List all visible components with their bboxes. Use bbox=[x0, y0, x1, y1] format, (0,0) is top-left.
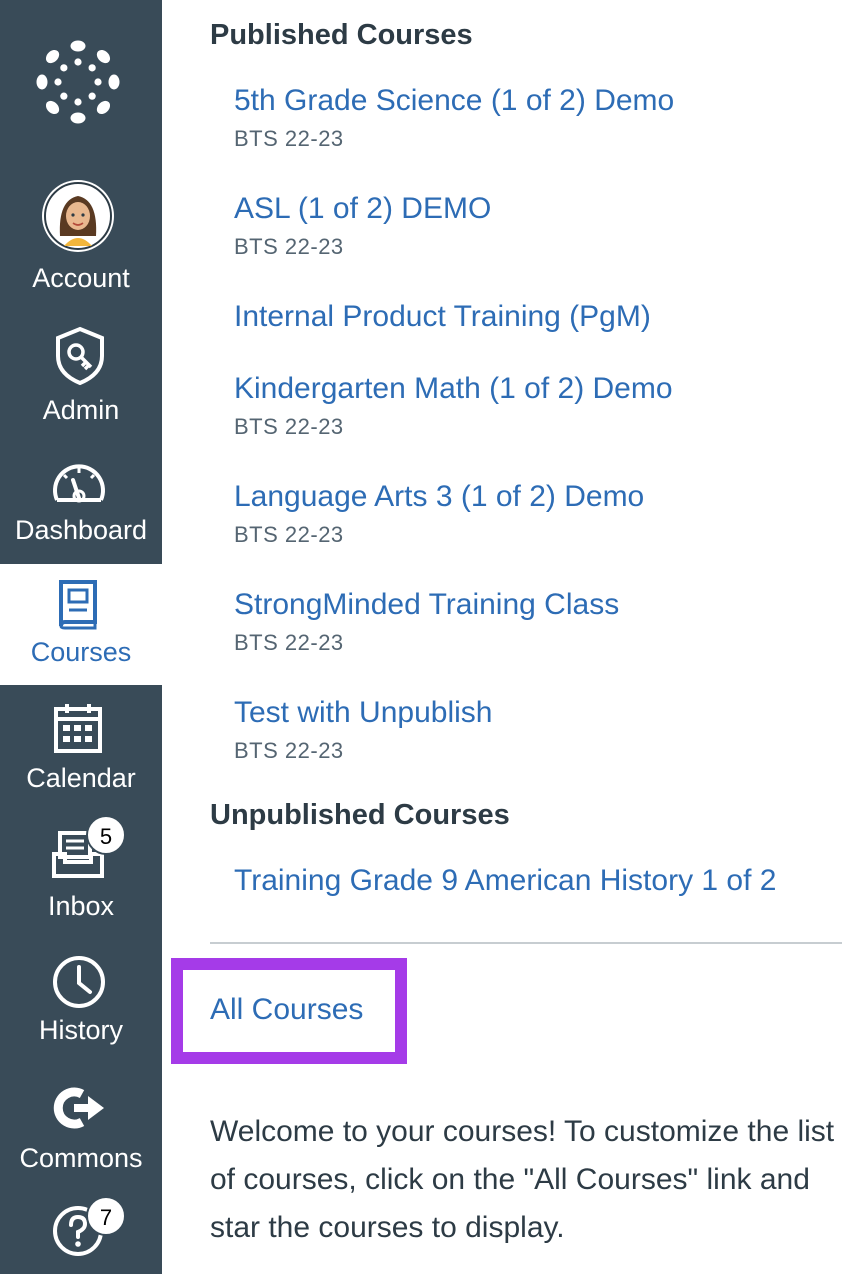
list-item: StrongMinded Training Class BTS 22-23 bbox=[234, 587, 619, 657]
nav-calendar-label: Calendar bbox=[26, 763, 136, 793]
course-link[interactable]: Kindergarten Math (1 of 2) Demo bbox=[234, 371, 673, 407]
list-item: Training Grade 9 American History 1 of 2 bbox=[234, 863, 776, 899]
unpublished-courses-heading: Unpublished Courses bbox=[210, 799, 510, 831]
logo-dot bbox=[94, 78, 102, 86]
list-item: ASL (1 of 2) DEMO BTS 22-23 bbox=[234, 191, 491, 261]
course-link[interactable]: ASL (1 of 2) DEMO bbox=[234, 191, 491, 227]
logo-dot bbox=[74, 98, 82, 106]
logo-segment bbox=[45, 100, 60, 115]
list-item: Test with Unpublish BTS 22-23 bbox=[234, 695, 492, 765]
nav-inbox-label: Inbox bbox=[47, 891, 115, 921]
course-link[interactable]: Language Arts 3 (1 of 2) Demo bbox=[234, 479, 644, 515]
published-courses-heading: Published Courses bbox=[210, 19, 473, 51]
inbox-badge: 5 bbox=[86, 815, 126, 855]
logo-dot bbox=[74, 58, 82, 66]
help-badge: 7 bbox=[86, 1196, 126, 1236]
list-item: 5th Grade Science (1 of 2) Demo BTS 22-2… bbox=[234, 83, 674, 153]
course-link[interactable]: Test with Unpublish bbox=[234, 695, 492, 731]
logo-segment bbox=[108, 74, 120, 90]
avatar bbox=[42, 180, 114, 252]
nav-account-label: Account bbox=[32, 263, 130, 293]
nav-commons-label: Commons bbox=[19, 1143, 143, 1173]
nav-help[interactable]: 7 bbox=[0, 1196, 162, 1274]
nav-history-label: History bbox=[38, 1015, 123, 1045]
nav-courses-label: Courses bbox=[30, 637, 132, 667]
course-term: BTS 22-23 bbox=[234, 126, 344, 151]
logo-segment bbox=[96, 100, 111, 115]
logo-segment bbox=[36, 74, 48, 90]
canvas-logo-icon bbox=[36, 40, 120, 124]
list-item: Language Arts 3 (1 of 2) Demo BTS 22-23 bbox=[234, 479, 644, 549]
list-item: Internal Product Training (PgM) bbox=[234, 299, 651, 335]
logo-dot bbox=[54, 78, 62, 86]
nav-admin[interactable]: Admin bbox=[0, 318, 162, 436]
course-link[interactable]: Training Grade 9 American History 1 of 2 bbox=[234, 863, 776, 899]
logo-segment bbox=[45, 49, 60, 64]
global-nav: Account Admin Dashboard Courses Calendar… bbox=[0, 0, 162, 1274]
canvas-logo[interactable] bbox=[0, 0, 162, 160]
logo-dot bbox=[60, 92, 68, 100]
logo-dot bbox=[88, 64, 96, 72]
logo-segment bbox=[70, 40, 86, 52]
list-item: Kindergarten Math (1 of 2) Demo BTS 22-2… bbox=[234, 371, 673, 441]
calendar-icon bbox=[54, 704, 102, 753]
nav-history[interactable]: History bbox=[0, 950, 162, 1060]
nav-inbox[interactable]: 5 Inbox bbox=[0, 815, 162, 936]
logo-segment bbox=[70, 112, 86, 124]
course-term: BTS 22-23 bbox=[234, 738, 344, 763]
nav-dashboard[interactable]: Dashboard bbox=[0, 450, 162, 564]
nav-calendar[interactable]: Calendar bbox=[0, 698, 162, 808]
shield-key-icon bbox=[56, 326, 104, 386]
dashboard-icon bbox=[53, 464, 105, 503]
course-link[interactable]: Internal Product Training (PgM) bbox=[234, 299, 651, 335]
welcome-message: Welcome to your courses! To customize th… bbox=[210, 1115, 835, 1244]
logo-segment bbox=[96, 49, 111, 64]
courses-tray: Published Courses 5th Grade Science (1 o… bbox=[162, 0, 862, 1274]
divider bbox=[210, 942, 842, 944]
nav-account[interactable]: Account bbox=[0, 170, 162, 300]
course-link[interactable]: 5th Grade Science (1 of 2) Demo bbox=[234, 83, 674, 119]
course-term: BTS 22-23 bbox=[234, 414, 344, 439]
book-icon bbox=[59, 580, 97, 630]
clock-icon bbox=[53, 956, 105, 1008]
nav-admin-label: Admin bbox=[42, 395, 120, 425]
course-link[interactable]: StrongMinded Training Class bbox=[234, 587, 619, 623]
nav-commons[interactable]: Commons bbox=[0, 1080, 162, 1190]
nav-dashboard-label: Dashboard bbox=[14, 515, 148, 545]
avatar-icon bbox=[44, 182, 112, 250]
all-courses-link[interactable]: All Courses bbox=[210, 992, 363, 1028]
commons-icon bbox=[53, 1087, 104, 1129]
course-term: BTS 22-23 bbox=[234, 522, 344, 547]
logo-dot bbox=[60, 64, 68, 72]
logo-dot bbox=[88, 92, 96, 100]
course-term: BTS 22-23 bbox=[234, 234, 344, 259]
course-term: BTS 22-23 bbox=[234, 630, 344, 655]
nav-courses[interactable]: Courses bbox=[0, 564, 162, 685]
